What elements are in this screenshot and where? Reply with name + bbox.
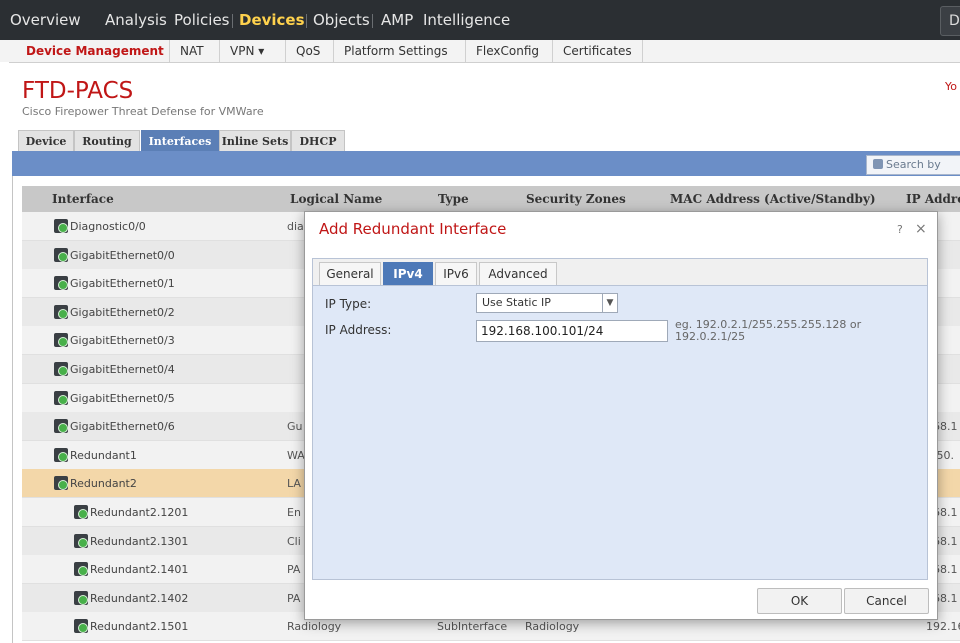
nav-amp[interactable]: AMP xyxy=(381,11,413,29)
interface-name: Redundant2.1402 xyxy=(90,591,189,605)
interfaces-toolbar xyxy=(12,151,960,176)
interface-status-icon xyxy=(54,476,68,491)
interface-name: GigabitEthernet0/3 xyxy=(70,334,175,348)
table-header: Interface Logical Name Type Security Zon… xyxy=(22,186,960,212)
tab-ipv6[interactable]: IPv6 xyxy=(435,262,477,285)
search-input[interactable]: Search by nar xyxy=(866,155,960,189)
interface-status-icon xyxy=(74,533,88,548)
top-nav: Overview Analysis Policies Devices Objec… xyxy=(0,0,960,40)
col-mac-address[interactable]: MAC Address (Active/Standby) xyxy=(670,192,876,206)
logical-name-cell: Cli xyxy=(287,534,301,548)
logical-name-cell: En xyxy=(287,506,301,519)
nav-devices[interactable]: Devices xyxy=(239,11,305,29)
subnav-nat[interactable]: NAT xyxy=(169,40,214,62)
interface-status-icon xyxy=(54,447,68,462)
interface-status-icon xyxy=(54,333,68,348)
tab-advanced[interactable]: Advanced xyxy=(479,262,557,285)
logical-name-cell: dia xyxy=(287,220,304,233)
nav-divider xyxy=(232,14,233,28)
add-redundant-interface-dialog: Add Redundant Interface ? × General IPv4… xyxy=(304,211,938,620)
col-logical-name[interactable]: Logical Name xyxy=(290,192,382,206)
tab-general[interactable]: General xyxy=(319,262,381,285)
tab-routing[interactable]: Routing xyxy=(74,130,140,153)
type-cell: SubInterface xyxy=(437,620,508,634)
interface-status-icon xyxy=(54,247,68,262)
security-zone-cell: Radiology xyxy=(525,620,580,634)
sub-nav: Device Management NAT VPN ▾ QoS Platform… xyxy=(0,40,960,63)
interface-name: Diagnostic0/0 xyxy=(70,220,146,233)
interface-status-icon xyxy=(54,419,68,434)
nav-objects[interactable]: Objects xyxy=(313,11,370,29)
interface-name: Redundant1 xyxy=(70,448,137,462)
interface-status-icon xyxy=(74,505,88,519)
dialog-tabs: General IPv4 IPv6 Advanced xyxy=(313,259,927,286)
logical-name-cell: PA xyxy=(287,563,301,577)
ip-address-label: IP Address: xyxy=(325,323,392,337)
logical-name-cell: LA xyxy=(287,477,301,491)
close-icon[interactable]: × xyxy=(915,221,927,237)
subnav-certificates[interactable]: Certificates xyxy=(552,40,643,62)
subnav-platform-settings[interactable]: Platform Settings xyxy=(333,40,458,62)
logical-name-cell: WA xyxy=(287,448,305,462)
nav-overview[interactable]: Overview xyxy=(10,11,81,29)
interface-status-icon xyxy=(54,362,68,376)
subnav-vpn[interactable]: VPN ▾ xyxy=(219,40,274,62)
interface-name: GigabitEthernet0/1 xyxy=(70,277,175,291)
ip-address-hint: eg. 192.0.2.1/255.255.255.128 or 192.0.2… xyxy=(675,318,862,343)
interface-name: GigabitEthernet0/6 xyxy=(70,420,175,434)
col-interface[interactable]: Interface xyxy=(52,192,114,206)
interface-status-icon xyxy=(74,562,88,577)
tab-device[interactable]: Device xyxy=(18,130,74,153)
subnav-device-management[interactable]: Device Management xyxy=(16,40,174,62)
tab-inline-sets[interactable]: Inline Sets xyxy=(219,130,291,153)
search-icon xyxy=(873,159,883,169)
page-title: FTD-PACS xyxy=(22,78,134,104)
nav-intelligence[interactable]: Intelligence xyxy=(423,11,510,29)
interface-name: Redundant2 xyxy=(70,477,137,491)
tab-ipv4[interactable]: IPv4 xyxy=(383,262,433,285)
nav-policies[interactable]: Policies xyxy=(174,11,229,29)
dialog-body: General IPv4 IPv6 Advanced IP Type: Use … xyxy=(312,258,928,580)
nav-divider xyxy=(372,14,373,28)
left-margin xyxy=(0,62,9,643)
cancel-button[interactable]: Cancel xyxy=(844,588,929,614)
tab-interfaces[interactable]: Interfaces xyxy=(141,130,219,153)
ip-address-cell: 192.168.1 xyxy=(926,620,960,634)
dialog-title: Add Redundant Interface xyxy=(319,220,507,238)
interface-status-icon xyxy=(54,390,68,405)
nav-analysis[interactable]: Analysis xyxy=(105,11,167,29)
chevron-down-icon[interactable]: ▼ xyxy=(602,293,618,313)
interface-status-icon xyxy=(74,619,88,634)
interface-name: Redundant2.1201 xyxy=(90,506,189,519)
unsaved-changes-notice: Yo xyxy=(945,80,957,93)
subnav-qos[interactable]: QoS xyxy=(285,40,330,62)
interface-name: GigabitEthernet0/4 xyxy=(70,363,175,376)
interface-name: Redundant2.1301 xyxy=(90,534,189,548)
ip-type-label: IP Type: xyxy=(325,297,372,311)
tab-dhcp[interactable]: DHCP xyxy=(291,130,345,153)
logical-name-cell: Gu xyxy=(287,420,303,434)
interface-status-icon xyxy=(74,590,88,605)
interface-status-icon xyxy=(54,276,68,291)
col-ip-address[interactable]: IP Addres xyxy=(906,192,960,206)
ip-type-select[interactable]: Use Static IP xyxy=(476,293,607,313)
interface-status-icon xyxy=(54,304,68,319)
subnav-flexconfig[interactable]: FlexConfig xyxy=(465,40,549,62)
logical-name-cell: PA xyxy=(287,591,301,605)
interface-name: GigabitEthernet0/5 xyxy=(70,391,175,405)
col-security-zones[interactable]: Security Zones xyxy=(526,192,626,206)
interface-name: Redundant2.1501 xyxy=(90,620,189,634)
ip-address-input[interactable]: 192.168.100.101/24 xyxy=(476,320,668,342)
col-type[interactable]: Type xyxy=(438,192,469,206)
logical-name-cell: Radiology xyxy=(287,620,342,634)
interface-name: Redundant2.1401 xyxy=(90,563,189,577)
page-subtitle: Cisco Firepower Threat Defense for VMWar… xyxy=(22,105,264,118)
deploy-button[interactable]: D xyxy=(940,6,960,36)
interface-name: GigabitEthernet0/2 xyxy=(70,305,175,319)
ok-button[interactable]: OK xyxy=(757,588,842,614)
interface-status-icon xyxy=(54,219,68,233)
help-icon[interactable]: ? xyxy=(897,223,903,236)
nav-divider xyxy=(306,14,307,28)
interface-name: GigabitEthernet0/0 xyxy=(70,248,175,262)
